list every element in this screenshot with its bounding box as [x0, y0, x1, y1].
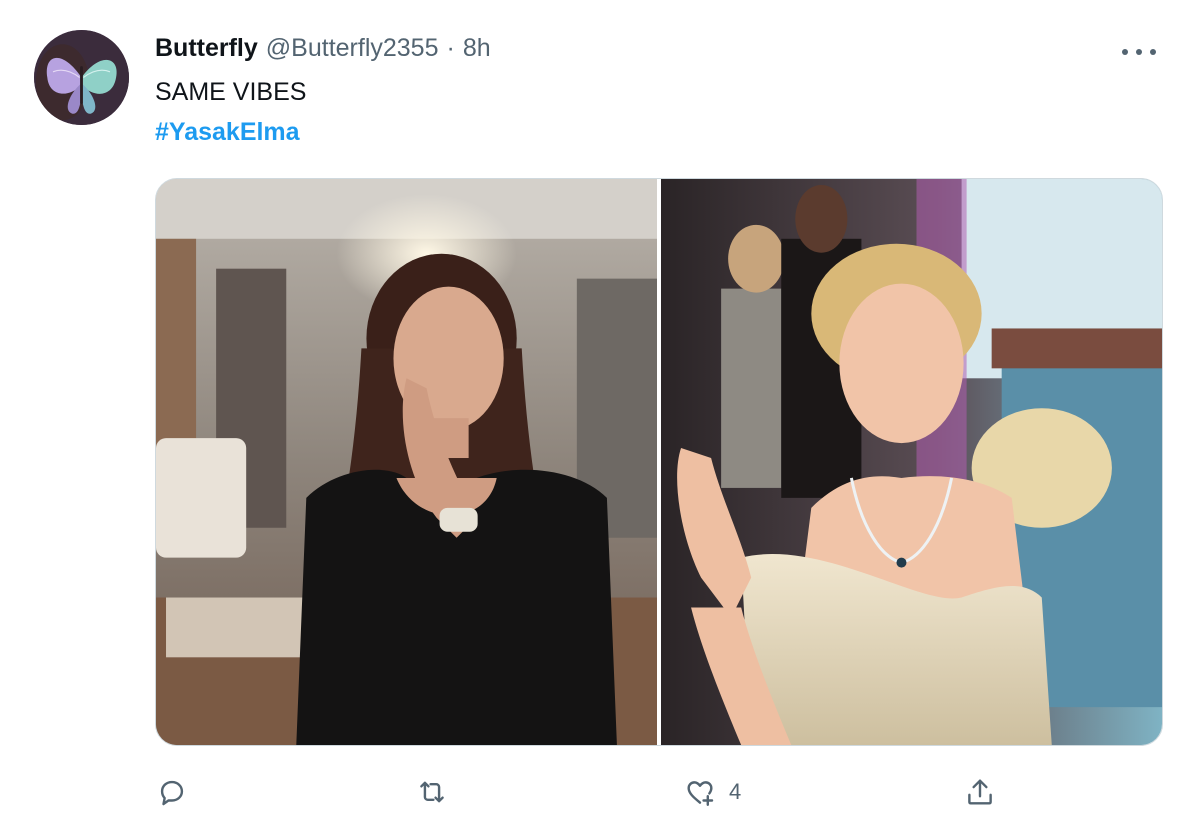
share-icon	[968, 779, 992, 805]
photo-woman-gold-dress	[661, 179, 1162, 745]
avatar[interactable]	[34, 30, 129, 125]
more-dot	[1122, 49, 1128, 55]
retweet-button[interactable]	[415, 770, 449, 814]
more-dot	[1136, 49, 1142, 55]
more-options-icon[interactable]	[1122, 40, 1156, 64]
tweet-text: SAME VIBES	[155, 78, 307, 106]
tweet-header: Butterfly @Butterfly2355 · 8h	[155, 34, 491, 63]
tweet-card: Butterfly @Butterfly2355 · 8h SAME VIBES…	[0, 0, 1200, 836]
tweet-actions: 4	[155, 770, 1055, 814]
media-photo-left[interactable]	[156, 179, 657, 745]
reply-button[interactable]	[155, 770, 189, 814]
tweet-media-grid	[155, 178, 1163, 746]
like-icon	[687, 781, 714, 806]
share-button[interactable]	[963, 770, 997, 814]
photo-woman-black-dress	[156, 179, 657, 745]
retweet-icon	[420, 781, 444, 803]
more-dot	[1150, 49, 1156, 55]
reply-icon	[160, 780, 184, 806]
media-photo-right[interactable]	[661, 179, 1162, 745]
separator-dot: ·	[446, 34, 455, 62]
hashtag-link[interactable]: #YasakElma	[155, 118, 300, 147]
butterfly-avatar-image	[34, 30, 129, 125]
like-button[interactable]: 4	[683, 770, 741, 814]
display-name[interactable]: Butterfly	[155, 34, 258, 63]
like-count: 4	[729, 779, 742, 804]
tweet-timestamp[interactable]: 8h	[463, 34, 491, 63]
user-handle[interactable]: @Butterfly2355	[266, 34, 439, 63]
